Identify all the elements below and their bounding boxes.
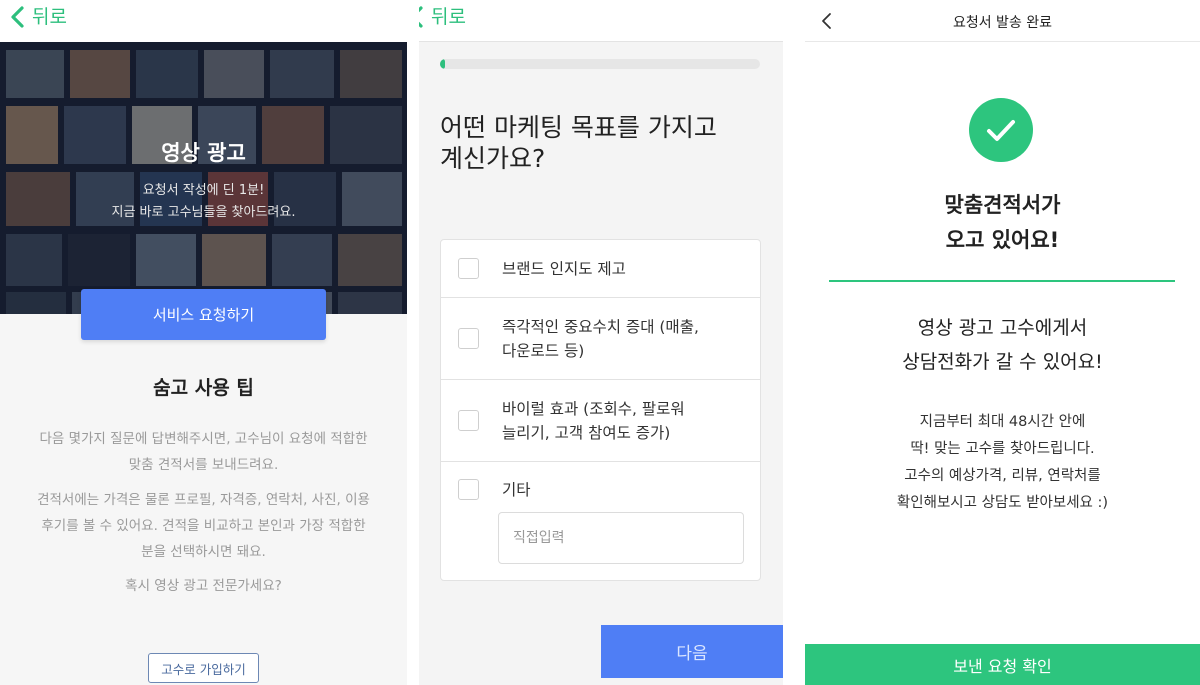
desc-line-3: 고수의 예상가격, 리뷰, 연락처를 xyxy=(904,468,1101,484)
desc-line-4: 확인해보시고 상담도 받아보세요 :) xyxy=(896,495,1109,511)
checkbox-icon[interactable] xyxy=(458,410,479,431)
back-button[interactable]: 뒤로 xyxy=(419,5,466,29)
success-headline: 맞춤견적서가 오고 있어요! xyxy=(805,188,1200,258)
join-as-pro-button[interactable]: 고수로 가입하기 xyxy=(148,653,259,683)
option-label: 바이럴 효과 (조회수, 팔로워 늘리기, 고객 참여도 증가) xyxy=(502,397,742,445)
direct-input-field[interactable] xyxy=(498,512,744,564)
success-description: 지금부터 최대 48시간 안에 딱! 맞는 고수를 찾아드립니다. 고수의 예상… xyxy=(805,409,1200,517)
option-label-line-2: 늘리기, 고객 참여도 증가) xyxy=(502,424,671,442)
screen-question-form: 뒤로 어떤 마케팅 목표를 가지고 계신가요? 브랜드 인지도 제고 즉각적인 … xyxy=(419,0,783,685)
headline-line-2: 오고 있어요! xyxy=(945,228,1060,252)
checkbox-icon[interactable] xyxy=(458,258,479,279)
tip-1-line-2: 맞춤 견적서를 보내드려요. xyxy=(128,457,279,473)
back-button[interactable]: 뒤로 xyxy=(8,5,67,29)
tip-2-line-2: 후기를 볼 수 있어요. 견적을 비교하고 본인과 가장 적합한 xyxy=(41,518,366,534)
desc-line-2: 딱! 맞는 고수를 찾아드립니다. xyxy=(910,441,1095,457)
tip-paragraph-2: 견적서에는 가격은 물론 프로필, 자격증, 연락처, 사진, 이용 후기를 볼… xyxy=(18,487,389,565)
service-request-button[interactable]: 서비스 요청하기 xyxy=(81,289,326,340)
option-viral-effect[interactable]: 바이럴 효과 (조회수, 팔로워 늘리기, 고객 참여도 증가) xyxy=(441,380,760,462)
success-badge xyxy=(969,98,1033,162)
top-bar: 뒤로 xyxy=(0,0,407,42)
tip-2-line-1: 견적서에는 가격은 물론 프로필, 자격증, 연락처, 사진, 이용 xyxy=(37,492,370,508)
hero-subtitle-line-1: 요청서 작성에 딘 1분! xyxy=(142,183,265,198)
page-title: 요청서 발송 완료 xyxy=(952,15,1053,31)
back-label: 뒤로 xyxy=(431,6,466,28)
checkbox-icon[interactable] xyxy=(458,328,479,349)
progress-fill xyxy=(440,59,445,69)
hero-banner: 영상 광고 요청서 작성에 딘 1분! 지금 바로 고수님들을 찾아드려요. xyxy=(0,42,407,314)
divider xyxy=(829,280,1175,282)
hero-subtitle: 요청서 작성에 딘 1분! 지금 바로 고수님들을 찾아드려요. xyxy=(0,180,407,224)
tip-paragraph-1: 다음 몇가지 질문에 답변해주시면, 고수님이 요청에 적합한 맞춤 견적서를 … xyxy=(18,426,389,478)
chevron-left-icon xyxy=(419,6,423,28)
option-label: 기타 xyxy=(502,478,742,502)
screen-service-intro: 뒤로 영상 광고 요청서 작성에 딘 1분! 지금 바로 고수님들을 찾아드려요… xyxy=(0,0,407,685)
message-line-1: 영상 광고 고수에게서 xyxy=(917,317,1088,339)
top-bar: 뒤로 xyxy=(419,0,783,42)
option-label-line-1: 기타 xyxy=(502,481,531,499)
question-line-2: 계신가요? xyxy=(440,144,546,173)
option-label-line-2: 다운로드 등) xyxy=(502,342,585,360)
success-message: 영상 광고 고수에게서 상담전화가 갈 수 있어요! xyxy=(805,311,1200,379)
back-label: 뒤로 xyxy=(32,6,67,28)
option-label-line-1: 바이럴 효과 (조회수, 팔로워 xyxy=(502,400,685,418)
option-key-metrics[interactable]: 즉각적인 중요수치 증대 (매출, 다운로드 등) xyxy=(441,298,760,380)
option-label: 브랜드 인지도 제고 xyxy=(502,257,742,281)
tip-paragraph-3: 혹시 영상 광고 전문가세요? xyxy=(125,578,282,594)
next-button[interactable]: 다음 xyxy=(601,625,783,678)
check-icon xyxy=(987,120,1015,141)
tips-title: 숨고 사용 팁 xyxy=(153,377,254,399)
hero-title: 영상 광고 xyxy=(161,141,246,165)
view-sent-request-button[interactable]: 보낸 요청 확인 xyxy=(805,644,1200,685)
question-line-1: 어떤 마케팅 목표를 가지고 xyxy=(440,113,717,142)
option-brand-awareness[interactable]: 브랜드 인지도 제고 xyxy=(441,240,760,298)
option-label-line-1: 브랜드 인지도 제고 xyxy=(502,260,626,278)
option-label-line-1: 즉각적인 중요수치 증대 (매출, xyxy=(502,318,699,336)
checkbox-icon[interactable] xyxy=(458,479,479,500)
chevron-left-icon xyxy=(11,6,24,28)
option-label: 즉각적인 중요수치 증대 (매출, 다운로드 등) xyxy=(502,315,742,363)
screen-request-sent: 요청서 발송 완료 맞춤견적서가 오고 있어요! 영상 광고 고수에게서 상담전… xyxy=(805,0,1200,685)
headline-line-1: 맞춤견적서가 xyxy=(944,193,1061,217)
tip-1-line-1: 다음 몇가지 질문에 답변해주시면, 고수님이 요청에 적합한 xyxy=(39,431,368,447)
message-line-2: 상담전화가 갈 수 있어요! xyxy=(902,351,1103,373)
question-title: 어떤 마케팅 목표를 가지고 계신가요? xyxy=(440,112,760,174)
hero-subtitle-line-2: 지금 바로 고수님들을 찾아드려요. xyxy=(111,205,296,220)
desc-line-1: 지금부터 최대 48시간 안에 xyxy=(919,414,1086,430)
options-list: 브랜드 인지도 제고 즉각적인 중요수치 증대 (매출, 다운로드 등) 바이럴… xyxy=(440,239,761,581)
tip-2-line-3: 분을 선택하시면 돼요. xyxy=(141,544,266,560)
progress-bar xyxy=(440,59,760,69)
hero-photo-collage xyxy=(0,42,407,314)
top-bar: 요청서 발송 완료 xyxy=(805,0,1200,42)
